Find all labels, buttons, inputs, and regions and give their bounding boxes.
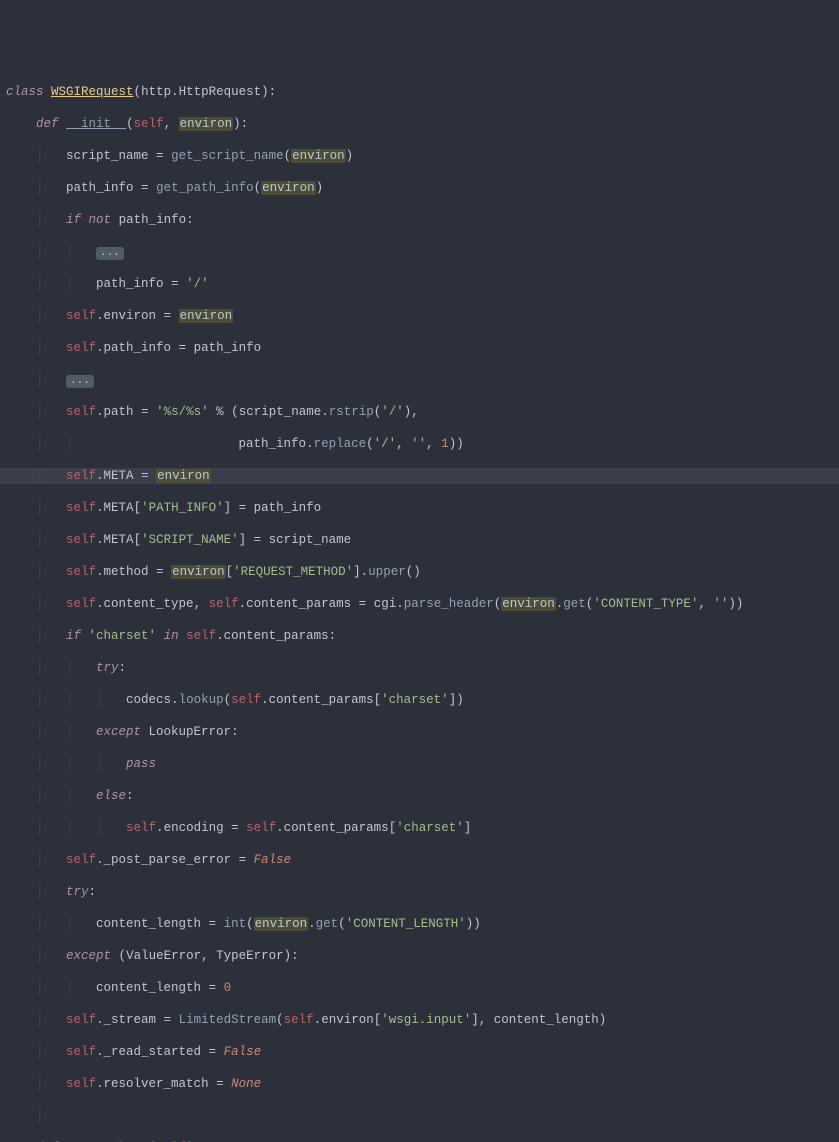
- code-line: │ except (ValueError, TypeError):: [0, 948, 839, 964]
- code-line: │ │ path_info = '/': [0, 276, 839, 292]
- code-line: │ self._read_started = False: [0, 1044, 839, 1060]
- code-line: def _get_scheme(self):: [0, 1140, 839, 1142]
- code-line-highlighted: │ self.META = environ: [0, 468, 839, 484]
- code-line: │ │ content_length = int(environ.get('CO…: [0, 916, 839, 932]
- code-line: │ self.META['SCRIPT_NAME'] = script_name: [0, 532, 839, 548]
- class-name: WSGIRequest: [51, 85, 134, 99]
- code-line: def __init__(self, environ):: [0, 116, 839, 132]
- code-line: │ self.path_info = path_info: [0, 340, 839, 356]
- code-line: │ │ except LookupError:: [0, 724, 839, 740]
- code-line: │ │ │ codecs.lookup(self.content_params[…: [0, 692, 839, 708]
- code-line: │ │ path_info.replace('/', '', 1)): [0, 436, 839, 452]
- code-line: │ self.META['PATH_INFO'] = path_info: [0, 500, 839, 516]
- code-line: │ │ content_length = 0: [0, 980, 839, 996]
- keyword-class: class: [6, 85, 44, 99]
- code-line: │ │ ...: [0, 244, 839, 260]
- code-line: │ │ │ self.encoding = self.content_param…: [0, 820, 839, 836]
- fold-marker[interactable]: ...: [96, 247, 124, 260]
- code-line: │ script_name = get_script_name(environ): [0, 148, 839, 164]
- method-name: _get_scheme: [66, 1141, 149, 1142]
- fold-marker[interactable]: ...: [66, 375, 94, 388]
- code-line: │ self.environ = environ: [0, 308, 839, 324]
- code-line: │ path_info = get_path_info(environ): [0, 180, 839, 196]
- code-line: │ │ else:: [0, 788, 839, 804]
- code-line: │ │ try:: [0, 660, 839, 676]
- code-line: │ self.resolver_match = None: [0, 1076, 839, 1092]
- param-environ: environ: [179, 117, 234, 131]
- code-line: │ │ │ pass: [0, 756, 839, 772]
- code-line: │ ...: [0, 372, 839, 388]
- code-line: │ self._post_parse_error = False: [0, 852, 839, 868]
- code-line: │ self.path = '%s/%s' % (script_name.rst…: [0, 404, 839, 420]
- code-line: │ if 'charset' in self.content_params:: [0, 628, 839, 644]
- code-line: │: [0, 1108, 839, 1124]
- code-line: class WSGIRequest(http.HttpRequest):: [0, 84, 839, 100]
- code-line: │ self.method = environ['REQUEST_METHOD'…: [0, 564, 839, 580]
- code-line: │ if not path_info:: [0, 212, 839, 228]
- code-line: │ self._stream = LimitedStream(self.envi…: [0, 1012, 839, 1028]
- code-line: │ self.content_type, self.content_params…: [0, 596, 839, 612]
- keyword-def: def: [36, 117, 59, 131]
- method-name: __init__: [66, 117, 126, 131]
- code-line: │ try:: [0, 884, 839, 900]
- code-editor[interactable]: class WSGIRequest(http.HttpRequest): def…: [0, 64, 839, 1142]
